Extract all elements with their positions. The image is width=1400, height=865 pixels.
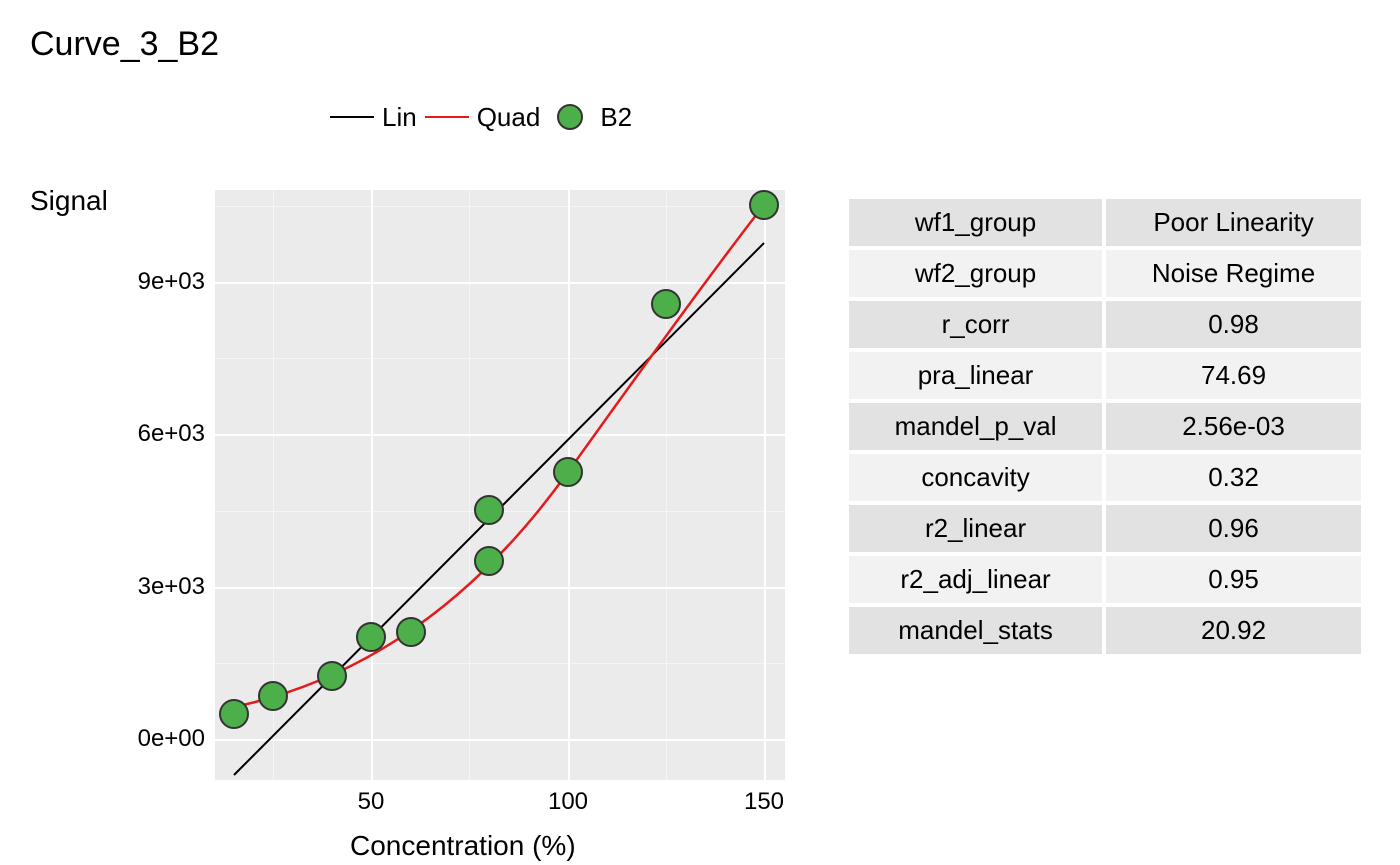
table-row: mandel_stats20.92: [847, 605, 1363, 656]
table-row: concavity0.32: [847, 452, 1363, 503]
x-tick: 150: [744, 788, 784, 816]
table-row: wf2_groupNoise Regime: [847, 248, 1363, 299]
x-axis-label: Concentration (%): [350, 830, 576, 862]
stat-key: mandel_p_val: [847, 401, 1104, 452]
y-tick: 3e+03: [105, 573, 205, 601]
data-point: [356, 622, 386, 652]
y-tick: 0e+00: [105, 725, 205, 753]
stat-val: 74.69: [1104, 350, 1363, 401]
stat-key: r_corr: [847, 299, 1104, 350]
data-point: [651, 289, 681, 319]
y-axis-label: Signal: [30, 185, 108, 217]
legend-lin-line-icon: [330, 95, 374, 139]
stat-val: 0.96: [1104, 503, 1363, 554]
stat-val: Noise Regime: [1104, 248, 1363, 299]
stat-val: Poor Linearity: [1104, 197, 1363, 248]
data-point: [258, 681, 288, 711]
legend-quad-label: Quad: [477, 102, 541, 133]
stat-key: r2_adj_linear: [847, 554, 1104, 605]
table-row: r_corr0.98: [847, 299, 1363, 350]
legend-quad-line-icon: [425, 95, 469, 139]
stat-key: wf1_group: [847, 197, 1104, 248]
data-point: [219, 699, 249, 729]
legend-lin-label: Lin: [382, 102, 417, 133]
stat-key: r2_linear: [847, 503, 1104, 554]
table-row: mandel_p_val2.56e-03: [847, 401, 1363, 452]
y-tick: 9e+03: [105, 268, 205, 296]
stat-val: 20.92: [1104, 605, 1363, 656]
stats-table: wf1_groupPoor Linearity wf2_groupNoise R…: [845, 195, 1365, 658]
table-row: r2_linear0.96: [847, 503, 1363, 554]
stat-key: mandel_stats: [847, 605, 1104, 656]
table-row: wf1_groupPoor Linearity: [847, 197, 1363, 248]
y-tick: 6e+03: [105, 420, 205, 448]
stat-val: 0.98: [1104, 299, 1363, 350]
data-point: [317, 661, 347, 691]
legend: Lin Quad B2: [330, 95, 632, 139]
x-tick: 100: [548, 788, 588, 816]
data-point: [474, 546, 504, 576]
table-row: r2_adj_linear0.95: [847, 554, 1363, 605]
page-title: Curve_3_B2: [30, 25, 219, 64]
data-point: [474, 495, 504, 525]
stat-val: 0.95: [1104, 554, 1363, 605]
stat-key: pra_linear: [847, 350, 1104, 401]
data-point: [553, 457, 583, 487]
table-row: pra_linear74.69: [847, 350, 1363, 401]
stat-val: 2.56e-03: [1104, 401, 1363, 452]
x-tick: 50: [358, 788, 385, 816]
legend-b2-label: B2: [600, 102, 632, 133]
plot-panel: [215, 190, 785, 780]
data-point: [749, 190, 779, 220]
legend-b2-dot-icon: [548, 95, 592, 139]
stat-val: 0.32: [1104, 452, 1363, 503]
data-point: [396, 617, 426, 647]
stat-key: concavity: [847, 452, 1104, 503]
stat-key: wf2_group: [847, 248, 1104, 299]
chart-lines: [215, 190, 785, 780]
